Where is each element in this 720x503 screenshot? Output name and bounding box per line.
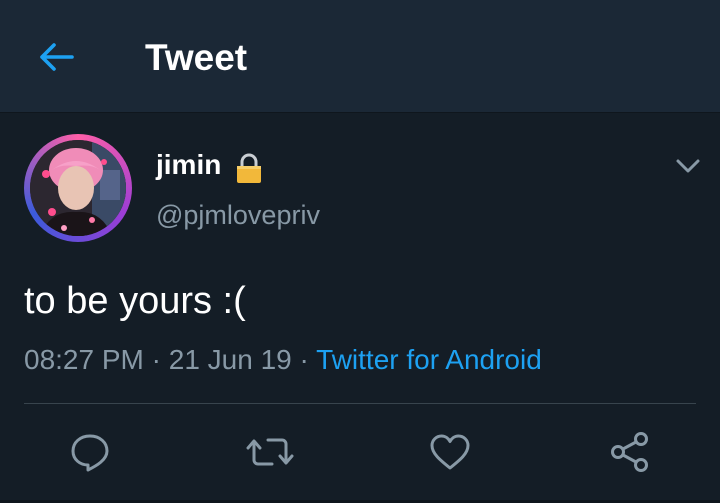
- share-icon: [611, 432, 648, 472]
- like-button[interactable]: [426, 428, 474, 476]
- user-handle[interactable]: @pjmlovepriv: [156, 198, 320, 232]
- top-bar: Tweet: [0, 0, 720, 113]
- retweet-icon: [246, 438, 294, 466]
- page-title: Tweet: [145, 37, 248, 78]
- like-icon: [430, 434, 470, 470]
- share-button[interactable]: [606, 428, 654, 476]
- back-button[interactable]: [28, 32, 84, 82]
- tweet-meta: 08:27 PM · 21 Jun 19 · Twitter for Andro…: [24, 343, 542, 377]
- divider: [24, 403, 696, 404]
- avatar[interactable]: [24, 134, 132, 242]
- display-name[interactable]: jimin: [156, 148, 221, 182]
- reply-icon: [71, 434, 109, 472]
- back-arrow-icon: [40, 43, 74, 71]
- chevron-down-icon[interactable]: [672, 150, 704, 182]
- meta-separator: ·: [143, 344, 169, 375]
- tweet-time: 08:27 PM: [24, 344, 144, 375]
- reply-button[interactable]: [66, 428, 114, 476]
- lock-icon: [237, 153, 261, 183]
- tweet-source-link[interactable]: Twitter for Android: [316, 344, 542, 375]
- tweet-text: to be yours :(: [24, 280, 246, 322]
- avatar-photo: [30, 140, 126, 236]
- retweet-button[interactable]: [246, 428, 294, 476]
- avatar-image: [30, 140, 126, 236]
- tweet-date: 21 Jun 19: [168, 344, 292, 375]
- meta-separator: ·: [291, 344, 317, 375]
